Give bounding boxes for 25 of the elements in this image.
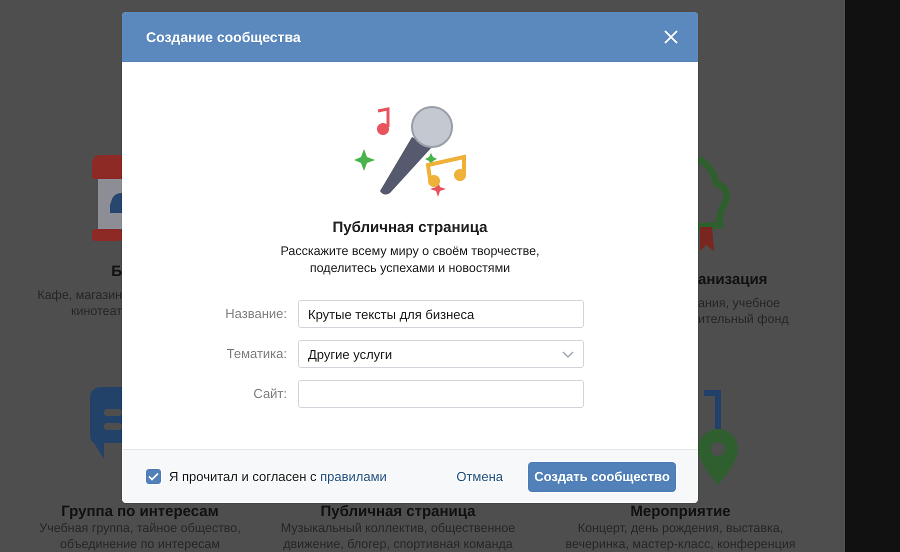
card-title: анизация	[698, 271, 768, 289]
cancel-button[interactable]: Отмена	[456, 469, 503, 484]
store-icon	[92, 155, 122, 243]
chat-icon	[90, 387, 122, 461]
input-field[interactable]	[298, 380, 584, 408]
card-title: Публичная страница	[320, 504, 476, 520]
close-icon[interactable]	[664, 30, 678, 44]
agreement-text: Я прочитал и согласен с правилами	[169, 469, 387, 484]
field-label: Название:	[224, 305, 287, 323]
card-title: Мероприятие	[630, 504, 731, 520]
field-label: Тематика:	[226, 345, 287, 363]
card-title: Группа по интересам	[61, 504, 219, 520]
field-label: Сайт:	[252, 385, 287, 403]
chevron-down-icon	[562, 350, 574, 358]
dialog-title: Создание сообщества	[146, 29, 302, 45]
ribbon-badge-icon	[698, 155, 730, 251]
create-community-button[interactable]: Создать сообщество	[528, 462, 676, 492]
topic-dropdown[interactable]: Другие услуги	[298, 340, 584, 368]
page-type-description: Расскажите всему миру о своём творчестве, поделитесь успехами и новостями	[280, 243, 540, 277]
map-pin-icon	[698, 389, 738, 485]
page-type-heading: Публичная страница	[332, 219, 488, 237]
checkbox[interactable]	[146, 469, 161, 484]
input-field[interactable]: Крутые тексты для бизнеса	[298, 300, 584, 328]
card-title: Б	[111, 263, 122, 281]
rules-link[interactable]: правилами	[320, 469, 387, 484]
